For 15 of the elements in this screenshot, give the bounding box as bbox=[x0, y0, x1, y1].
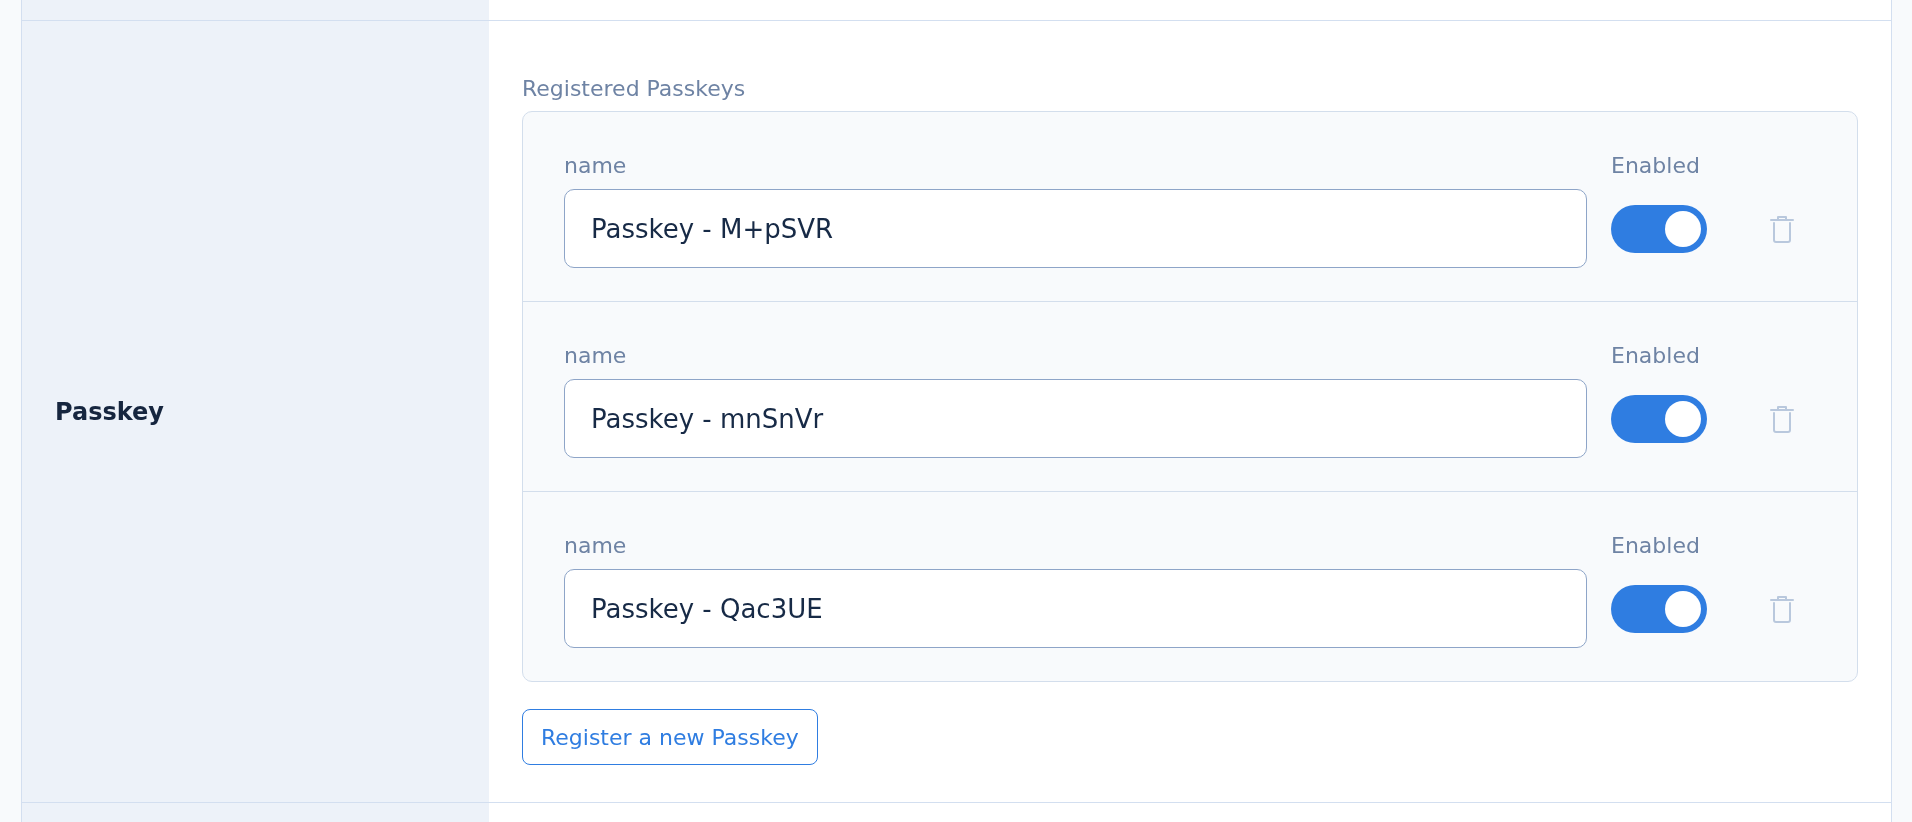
name-input[interactable]: Passkey - Qac3UE bbox=[564, 569, 1587, 648]
name-input[interactable]: Passkey - mnSnVr bbox=[564, 379, 1587, 458]
field-label: Enabled bbox=[1611, 152, 1700, 180]
field-label: Enabled bbox=[1611, 532, 1700, 560]
enabled-toggle[interactable] bbox=[1611, 394, 1707, 443]
list-title: Registered Passkeys bbox=[522, 75, 746, 103]
field-label: name bbox=[564, 342, 627, 370]
field-label: name bbox=[564, 152, 627, 180]
register-passkey-button[interactable]: Register a new Passkey bbox=[522, 709, 818, 765]
enabled-toggle[interactable] bbox=[1611, 204, 1707, 253]
field-label: name bbox=[564, 532, 627, 560]
section-label: Passkey bbox=[55, 397, 164, 426]
enabled-toggle[interactable] bbox=[1611, 584, 1707, 633]
field-label: Enabled bbox=[1611, 342, 1700, 370]
name-input[interactable]: Passkey - M+pSVR bbox=[564, 189, 1587, 268]
